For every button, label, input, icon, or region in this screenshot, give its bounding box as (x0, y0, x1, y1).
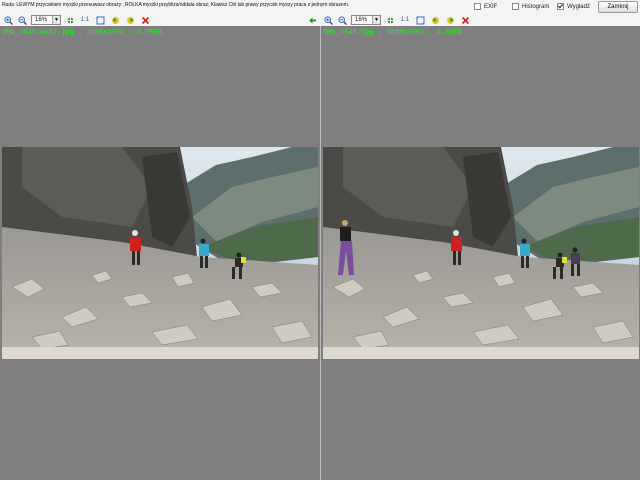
left-photo[interactable] (2, 147, 318, 359)
chevron-down-icon: ▼ (52, 16, 60, 24)
left-toolbar: 16% ▼ 1:1 (0, 14, 320, 26)
histogram-checkbox[interactable] (512, 3, 519, 10)
back-arrow-icon[interactable] (307, 15, 317, 25)
fit-icon[interactable] (385, 15, 395, 25)
fit-icon[interactable] (65, 15, 75, 25)
actual-size-icon[interactable]: 1:1 (80, 15, 90, 25)
smooth-option[interactable]: Wygładź (557, 3, 590, 10)
chevron-down-icon: ▼ (372, 16, 380, 24)
zoom-value: 16% (35, 17, 48, 23)
close-button[interactable]: Zamknij (598, 1, 638, 13)
left-image-pane[interactable]: IMG_7545.w4x2.jpg , 3888x2592 , 0.75MB (0, 26, 320, 480)
delete-icon[interactable] (140, 15, 150, 25)
histogram-option[interactable]: Histogram (512, 3, 549, 10)
zoom-select[interactable]: 16% ▼ (351, 15, 381, 25)
rotate-right-icon[interactable] (445, 15, 455, 25)
fit-window-icon[interactable] (95, 15, 105, 25)
rotate-left-icon[interactable] (110, 15, 120, 25)
zoom-in-icon[interactable] (3, 15, 13, 25)
top-bar: Rada: LEWYM przyciskiem myszki przesuwas… (0, 0, 640, 14)
smooth-checkbox[interactable] (557, 3, 564, 10)
usage-hint: Rada: LEWYM przyciskiem myszki przesuwas… (2, 2, 350, 8)
exif-label: EXIF (484, 3, 498, 10)
zoom-select[interactable]: 16% ▼ (31, 15, 61, 25)
actual-size-icon[interactable]: 1:1 (400, 15, 410, 25)
rotate-right-icon[interactable] (125, 15, 135, 25)
exif-checkbox[interactable] (474, 3, 481, 10)
right-toolbar: 16% ▼ 1:1 (308, 14, 640, 26)
left-image-info: IMG_7545.w4x2.jpg , 3888x2592 , 0.75MB (2, 28, 163, 36)
exif-option[interactable]: EXIF (474, 3, 497, 10)
zoom-out-icon[interactable] (337, 15, 347, 25)
histogram-label: Histogram (522, 3, 550, 10)
delete-icon[interactable] (460, 15, 470, 25)
zoom-in-icon[interactable] (323, 15, 333, 25)
rotate-left-icon[interactable] (430, 15, 440, 25)
zoom-out-icon[interactable] (17, 15, 27, 25)
zoom-value: 16% (355, 17, 368, 23)
right-image-info: IMG_7545.jpg , 3888x2592 , 0.68MB (323, 28, 463, 36)
smooth-label: Wygładź (567, 3, 590, 10)
fit-window-icon[interactable] (415, 15, 425, 25)
right-photo[interactable] (323, 147, 639, 359)
right-image-pane[interactable]: IMG_7545.jpg , 3888x2592 , 0.68MB (320, 26, 640, 480)
